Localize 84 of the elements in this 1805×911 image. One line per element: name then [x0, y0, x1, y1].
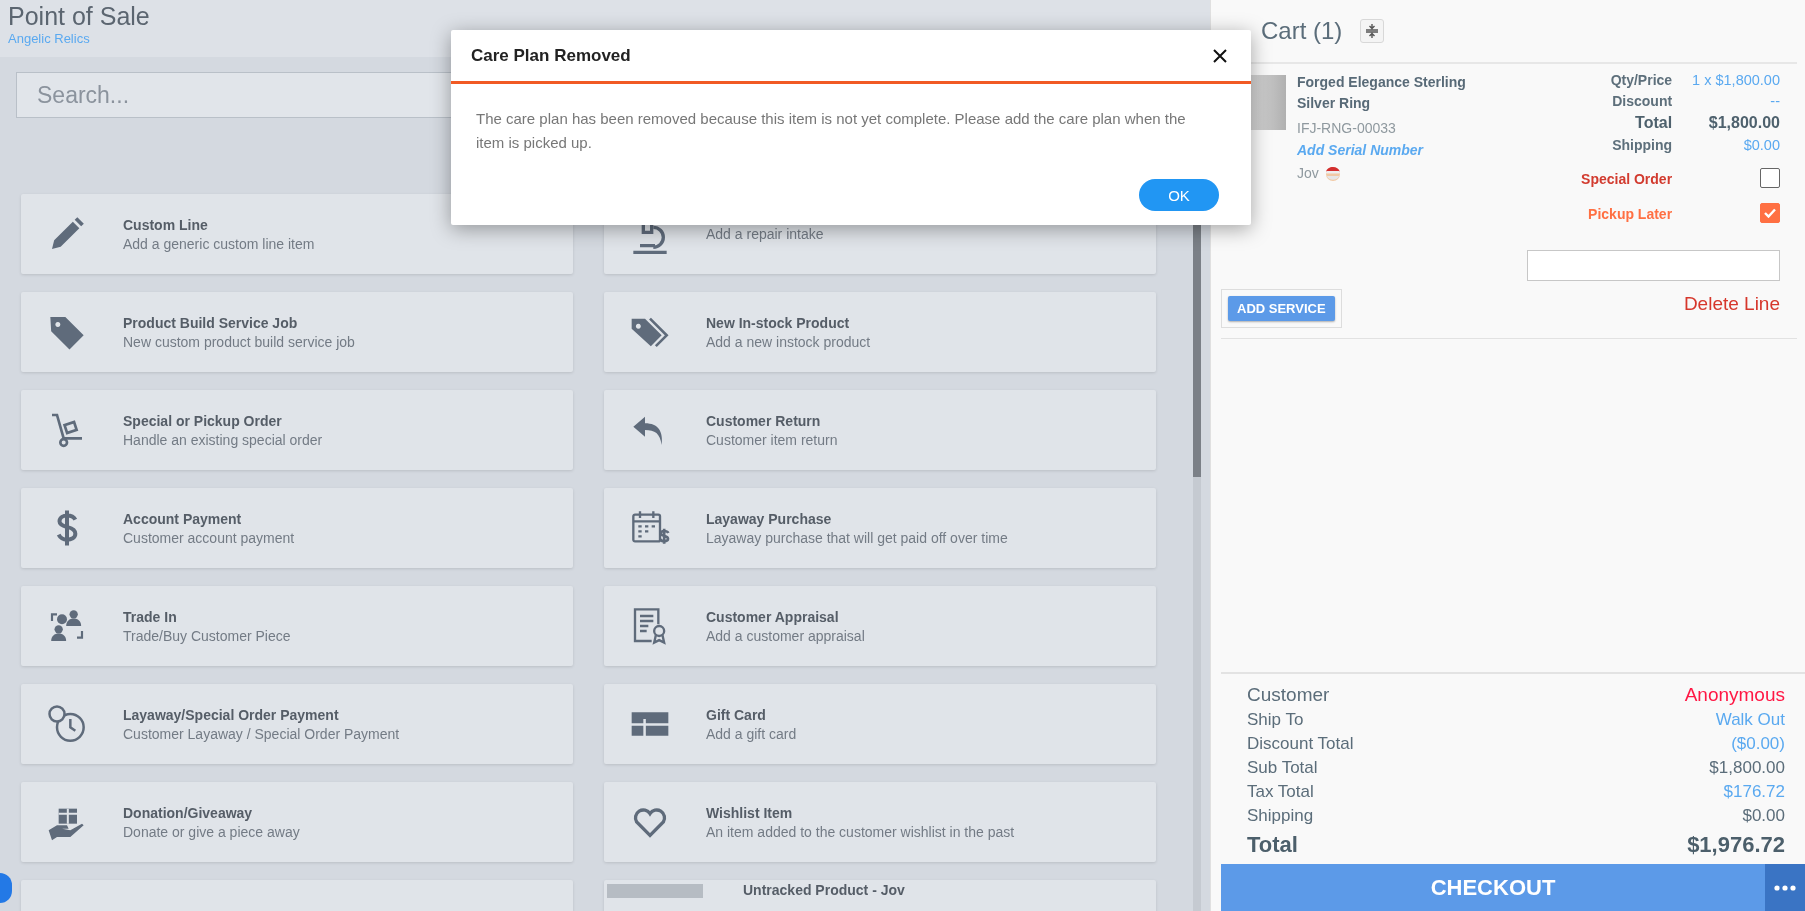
- summary-label: Customer: [1247, 684, 1331, 706]
- option-label: Pickup Later: [1588, 206, 1673, 222]
- tile-subtitle: Donate or give a piece away: [123, 823, 300, 840]
- action-tile[interactable]: Account Payment Customer account payment: [21, 488, 573, 568]
- salesperson-name: Jov: [1297, 165, 1319, 181]
- checkbox[interactable]: [1760, 168, 1780, 188]
- action-tile[interactable]: Customer Return Customer item return: [604, 390, 1156, 470]
- summary-label: Ship To: [1247, 710, 1305, 730]
- field-label: Shipping: [1612, 137, 1673, 153]
- tile-title: Gift Card: [706, 706, 766, 723]
- field-label: Discount: [1612, 93, 1673, 109]
- action-tile[interactable]: Donation/Giveaway Donate or give a piece away: [21, 782, 573, 862]
- checkout-button[interactable]: CHECKOUT: [1221, 864, 1765, 911]
- summary-value: $0.00: [1742, 806, 1785, 826]
- dialog-title: Care Plan Removed: [471, 45, 631, 66]
- collapse-icon: [1365, 24, 1380, 38]
- check-icon: [1764, 208, 1776, 218]
- summary-label: Shipping: [1247, 806, 1315, 826]
- summary-label: Sub Total: [1247, 758, 1319, 778]
- chat-bubble-icon[interactable]: [0, 873, 12, 903]
- checkbox[interactable]: [1760, 203, 1780, 223]
- field-label: Total: [1635, 114, 1673, 132]
- tile-subtitle: Handle an existing special order: [123, 431, 323, 448]
- collapse-button[interactable]: [1360, 19, 1385, 43]
- dialog-message: The care plan has been removed because this item is not yet complete. Please add the care plan when the item is picked up.: [475, 109, 1187, 153]
- summary-label: Tax Total: [1247, 782, 1315, 802]
- tile-title: Product Build Service Job: [123, 314, 298, 331]
- action-tile[interactable]: Special or Pickup Order Handle an existing special order: [21, 390, 573, 470]
- field-value: $1,800.00: [1708, 114, 1780, 132]
- cart-title: Cart (1): [1261, 17, 1343, 45]
- tile-title: Layaway/Special Order Payment: [123, 706, 339, 723]
- action-tile[interactable]: Custom Line Add a generic custom line item: [21, 194, 573, 274]
- add-service-button[interactable]: ADD SERVICE: [1228, 296, 1335, 321]
- tile-title: New In-stock Product: [706, 314, 850, 331]
- more-button[interactable]: [1765, 864, 1805, 911]
- summary-label: Total: [1247, 832, 1299, 858]
- action-tile[interactable]: Customer Appraisal Add a customer appraisal: [604, 586, 1156, 666]
- more-icon: [1774, 884, 1796, 891]
- tile-title: Wishlist Item: [706, 804, 793, 821]
- page-title: Point of Sale: [8, 2, 150, 31]
- delete-line-link[interactable]: Delete Line: [1683, 293, 1780, 315]
- action-tile[interactable]: Gift Card Add a gift card: [604, 684, 1156, 764]
- tile-subtitle: Customer item return: [706, 431, 838, 448]
- close-icon: [1213, 48, 1227, 63]
- tile-title: Customer Return: [706, 412, 821, 429]
- tile-subtitle: New custom product build service job: [123, 333, 355, 350]
- summary-value: $1,976.72: [1687, 832, 1785, 858]
- action-tile[interactable]: Layaway Purchase Layaway purchase that will get paid off over time: [604, 488, 1156, 568]
- action-tile[interactable]: New In-stock Product Add a new instock product: [604, 292, 1156, 372]
- tile-subtitle: Add a new instock product: [706, 333, 871, 350]
- summary-label: Discount Total: [1247, 734, 1355, 754]
- tile-subtitle: Trade/Buy Customer Piece: [123, 627, 291, 644]
- summary-value: $1,800.00: [1709, 758, 1785, 778]
- tile-subtitle: Customer Layaway / Special Order Payment: [123, 725, 400, 742]
- tile-subtitle: Add a customer appraisal: [706, 627, 865, 644]
- hat-avatar-icon: [1323, 164, 1342, 182]
- tile-subtitle: Customer account payment: [123, 529, 295, 546]
- tile-title: Special or Pickup Order: [123, 412, 282, 429]
- tile-title: Trade In: [123, 608, 177, 625]
- tile-subtitle: Add a generic custom line item: [123, 235, 315, 252]
- tile-title: Layaway Purchase: [706, 510, 832, 527]
- summary-value[interactable]: Anonymous: [1684, 684, 1785, 706]
- action-tile[interactable]: Trade In Trade/Buy Customer Piece: [21, 586, 573, 666]
- item-name: Forged Elegance Sterling Silver Ring: [1297, 73, 1467, 113]
- tile-title: Account Payment: [123, 510, 242, 527]
- field-label: Qty/Price: [1610, 72, 1673, 88]
- option-label: Special Order: [1581, 171, 1673, 187]
- tile-title: Customer Appraisal: [706, 608, 839, 625]
- tile-subtitle: Add a gift card: [706, 725, 797, 742]
- tile-subtitle: Layaway purchase that will get paid off over time: [706, 529, 1008, 546]
- tile-title: Donation/Giveaway: [123, 804, 253, 821]
- tile-title: Custom Line: [123, 216, 208, 233]
- product-tile[interactable]: Untracked Product - Jov: [604, 880, 1156, 911]
- clock-coin-icon: [47, 704, 87, 744]
- action-tile[interactable]: Layaway/Special Order Payment Customer Layaway / Special Order Payment: [21, 684, 573, 764]
- ok-button[interactable]: OK: [1139, 179, 1219, 211]
- note-field[interactable]: [1527, 250, 1780, 281]
- tile-subtitle: Add a repair intake: [706, 226, 824, 242]
- tile-title: Untracked Product - Jov: [743, 882, 905, 898]
- tile-subtitle: An item added to the customer wishlist in the past: [706, 823, 1015, 840]
- action-tile[interactable]: Wishlist Item An item added to the customer wishlist in the past: [604, 782, 1156, 862]
- action-tile[interactable]: Product Build Service Job New custom product build service job: [21, 292, 573, 372]
- image-placeholder: [1250, 75, 1286, 130]
- item-sku: IFJ-RNG-00033: [1297, 120, 1396, 136]
